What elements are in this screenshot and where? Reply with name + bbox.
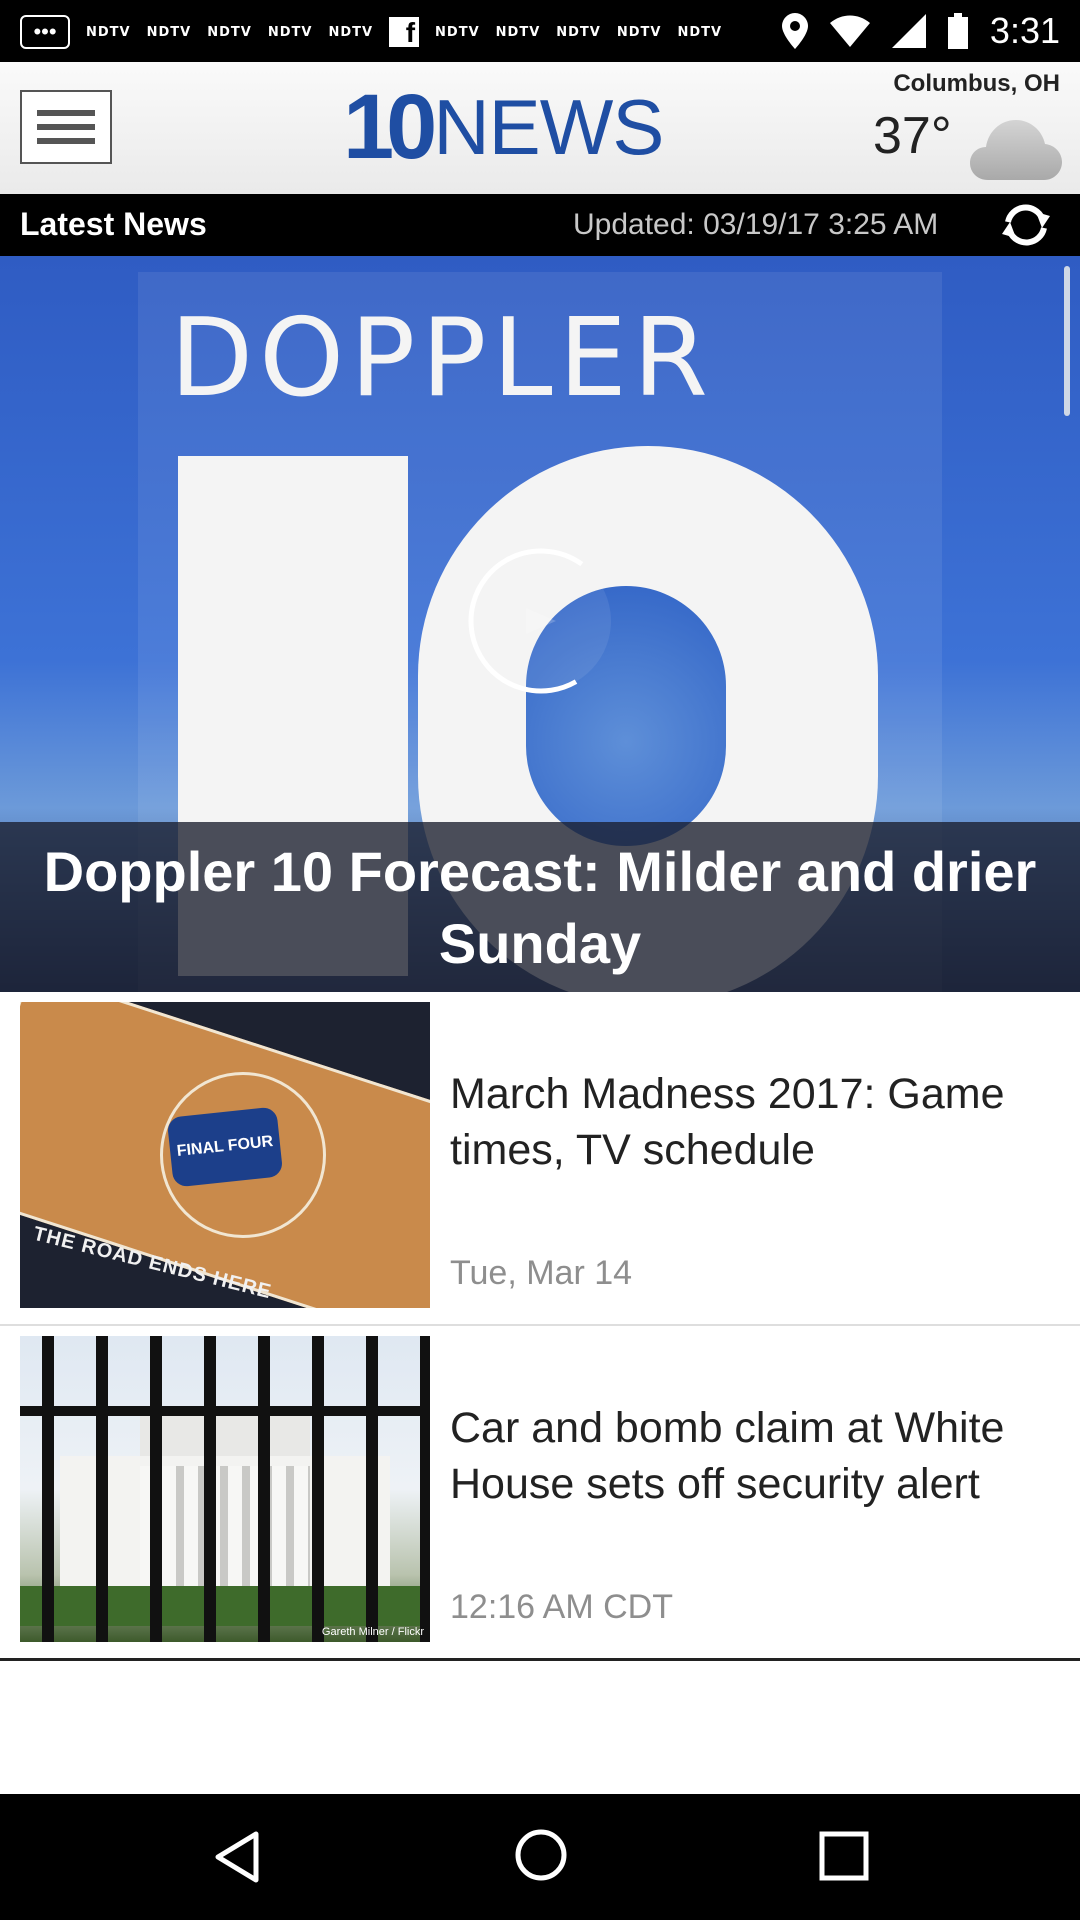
- refresh-icon[interactable]: [998, 202, 1054, 248]
- recent-apps-icon[interactable]: [818, 1830, 870, 1882]
- article-thumbnail[interactable]: Gareth Milner / Flickr: [20, 1336, 430, 1642]
- ndtv-notification-icon: NDTV: [267, 24, 313, 40]
- article-title[interactable]: March Madness 2017: Game times, TV sched…: [450, 1066, 1060, 1178]
- ndtv-notification-icon: NDTV: [435, 24, 480, 40]
- logo-number: 10: [343, 75, 437, 178]
- ndtv-notification-icon: NDTV: [86, 24, 131, 40]
- back-icon[interactable]: [210, 1830, 264, 1884]
- logo-word: NEWS: [433, 82, 664, 171]
- article-list-item[interactable]: Gareth Milner / Flickr Car and bomb clai…: [0, 1326, 1080, 1661]
- system-icons: 3:31: [781, 10, 1060, 52]
- ndtv-notification-icon: NDTV: [495, 24, 541, 40]
- battery-icon: [947, 13, 968, 49]
- final-four-logo: FINAL FOUR: [166, 1106, 284, 1188]
- latest-news-bar: Latest News Updated: 03/19/17 3:25 AM: [0, 194, 1080, 256]
- photo-credit: Gareth Milner / Flickr: [321, 1626, 424, 1638]
- fence-bars: [20, 1336, 430, 1642]
- status-bar: ••• NDTV NDTV NDTV NDTV NDTV f NDTV NDTV…: [0, 0, 1080, 62]
- menu-button[interactable]: [20, 90, 112, 164]
- ndtv-notification-icon: NDTV: [677, 24, 723, 40]
- ndtv-notification-icon: NDTV: [207, 24, 252, 40]
- article-thumbnail[interactable]: FINAL FOUR THE ROAD ENDS HERE: [20, 1002, 430, 1308]
- article-list-item[interactable]: FINAL FOUR THE ROAD ENDS HERE March Madn…: [0, 992, 1080, 1326]
- more-icon: •••: [20, 15, 70, 49]
- hero-headline[interactable]: Doppler 10 Forecast: Milder and drier Su…: [40, 836, 1040, 980]
- scrollbar[interactable]: [1064, 266, 1070, 416]
- ndtv-notification-icon: NDTV: [146, 24, 192, 40]
- menu-icon-line: [37, 124, 95, 130]
- hero-story[interactable]: DOPPLER Doppler 10 Forecast: Milder and …: [0, 256, 1080, 992]
- system-navigation-bar: [0, 1794, 1080, 1920]
- signal-icon: [891, 14, 926, 48]
- play-icon[interactable]: [466, 546, 616, 696]
- article-date: Tue, Mar 14: [450, 1254, 633, 1292]
- ndtv-notification-icon: NDTV: [616, 24, 662, 40]
- app-logo[interactable]: 10 NEWS: [343, 76, 664, 178]
- facebook-icon: f: [389, 17, 420, 47]
- cloud-icon[interactable]: [968, 114, 1064, 186]
- app-header: 10 NEWS Columbus, OH 37°: [0, 62, 1080, 194]
- ndtv-notification-icon: NDTV: [556, 24, 601, 40]
- location-icon: [781, 13, 808, 49]
- menu-icon-line: [37, 138, 95, 144]
- menu-icon: [37, 110, 95, 116]
- notification-icons: ••• NDTV NDTV NDTV NDTV NDTV f NDTV NDTV…: [20, 12, 722, 52]
- clock-time: 3:31: [989, 10, 1060, 51]
- wifi-icon: [829, 15, 870, 47]
- hero-image-text: DOPPLER: [170, 296, 714, 421]
- article-title[interactable]: Car and bomb claim at White House sets o…: [450, 1400, 1060, 1512]
- section-title: Latest News: [20, 206, 207, 242]
- home-icon[interactable]: [514, 1828, 568, 1882]
- location-label[interactable]: Columbus, OH: [893, 70, 1060, 98]
- updated-timestamp: Updated: 03/19/17 3:25 AM: [573, 208, 939, 241]
- article-date: 12:16 AM CDT: [450, 1588, 673, 1626]
- temperature[interactable]: 37°: [873, 106, 952, 166]
- ndtv-notification-icon: NDTV: [328, 24, 374, 40]
